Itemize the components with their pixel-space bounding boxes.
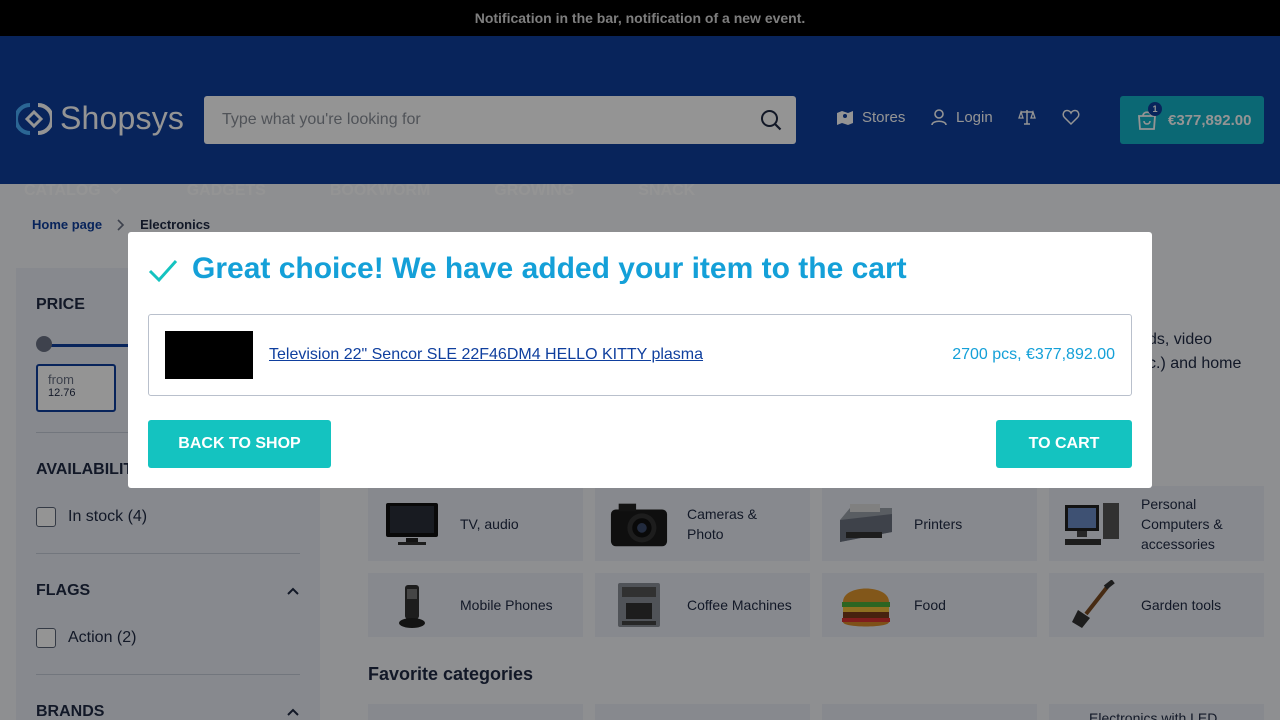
back-to-shop-button[interactable]: BACK TO SHOP: [148, 420, 331, 468]
product-image: [165, 331, 253, 379]
added-to-cart-modal: Great choice! We have added your item to…: [128, 232, 1152, 488]
added-product-row: Television 22" Sencor SLE 22F46DM4 HELLO…: [148, 314, 1132, 396]
product-quantity-price: 2700 pcs, €377,892.00: [952, 346, 1115, 363]
to-cart-button[interactable]: TO CART: [996, 420, 1132, 468]
product-name-link[interactable]: Television 22" Sencor SLE 22F46DM4 HELLO…: [269, 346, 703, 364]
modal-title: Great choice! We have added your item to…: [192, 252, 907, 285]
checkmark-icon: [148, 259, 178, 283]
